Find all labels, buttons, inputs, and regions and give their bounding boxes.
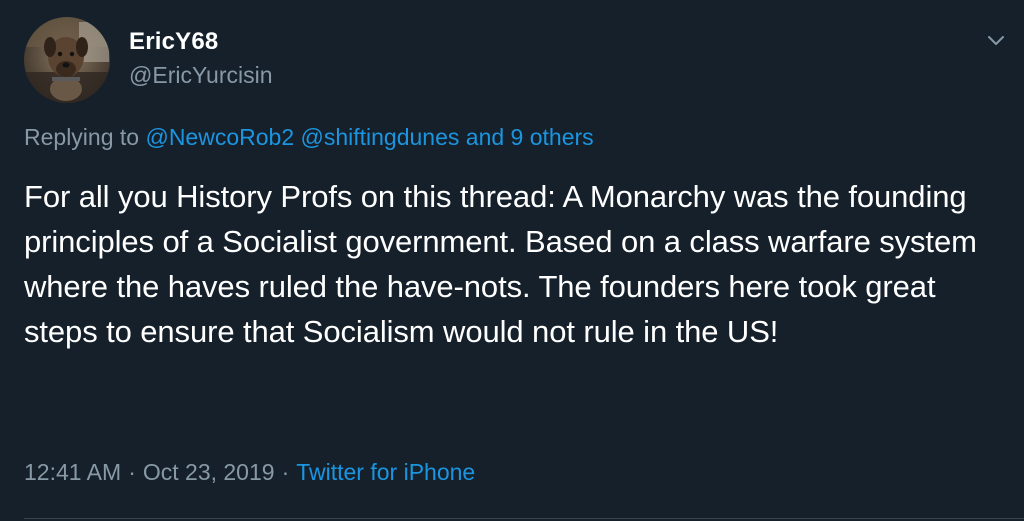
tweet-text: For all you History Profs on this thread…	[24, 179, 977, 349]
tweet-card: EricY68 @EricYurcisin Replying to @Newco…	[0, 0, 1024, 521]
avatar-photo-icon	[24, 17, 110, 103]
others-count-label: 9 others	[510, 124, 594, 150]
tweet-time[interactable]: 12:41 AM	[24, 459, 121, 485]
tweet-date[interactable]: Oct 23, 2019	[143, 459, 275, 485]
tweet-source-link[interactable]: Twitter for iPhone	[296, 459, 475, 485]
tweet-meta: 12:41 AM · Oct 23, 2019 · Twitter for iPhone	[24, 459, 475, 486]
chevron-down-icon	[988, 36, 1004, 45]
others-and-label: and	[465, 124, 505, 150]
meta-separator: ·	[128, 459, 136, 485]
mention-link[interactable]: @NewcoRob2	[145, 124, 294, 150]
replying-to: Replying to @NewcoRob2 @shiftingdunes an…	[24, 124, 594, 151]
avatar[interactable]	[24, 17, 110, 103]
replying-to-label: Replying to	[24, 124, 140, 150]
mention-link[interactable]: @shiftingdunes	[301, 124, 460, 150]
display-name[interactable]: EricY68	[129, 28, 218, 56]
others-link[interactable]: and 9 others	[466, 124, 594, 150]
divider	[24, 518, 1024, 519]
tweet-menu-button[interactable]	[982, 26, 1010, 54]
user-handle[interactable]: @EricYurcisin	[129, 62, 273, 89]
meta-separator: ·	[281, 459, 290, 485]
